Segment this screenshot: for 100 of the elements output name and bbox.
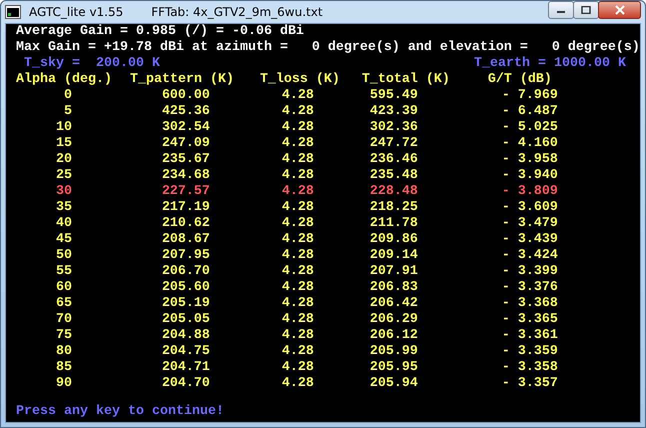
table-cell-text: 15	[54, 136, 72, 152]
table-cell-text: - 6.487	[500, 104, 558, 120]
table-cell-text: - 3.376	[500, 280, 558, 296]
table-cell-text: 60	[54, 280, 72, 296]
column-header: Alpha (deg.)	[16, 72, 113, 88]
table-cell-text: 25	[54, 168, 72, 184]
table-cell-text: - 3.439	[500, 232, 558, 248]
table-cell-text: 595.49	[368, 88, 418, 104]
table-cell-text: 205.05	[160, 312, 210, 328]
maximize-icon	[581, 6, 591, 14]
table-cell-text: - 3.357	[500, 376, 558, 392]
table-cell-text: 4.28	[280, 216, 314, 232]
table-cell-text: - 3.359	[500, 344, 558, 360]
table-cell-text: 4.28	[280, 200, 314, 216]
console-app-icon	[5, 5, 21, 19]
table-cell-text: 206.42	[368, 296, 418, 312]
table-cell-text: 0	[62, 88, 72, 104]
table-cell-text: 235.48	[368, 168, 418, 184]
maximize-button[interactable]	[573, 1, 599, 19]
table-cell-text: 205.19	[160, 296, 210, 312]
table-cell-text: 234.68	[160, 168, 210, 184]
table-cell-text: 205.94	[368, 376, 418, 392]
table-cell-text: 4.28	[280, 104, 314, 120]
summary-line: Average Gain = 0.985 (/) = -0.06 dBi	[16, 24, 305, 40]
table-cell-text: 205.95	[368, 360, 418, 376]
table-cell-text: 4.28	[280, 248, 314, 264]
table-cell-text: 45	[54, 232, 72, 248]
table-cell-text: 65	[54, 296, 72, 312]
column-header: G/T (dB)	[488, 72, 553, 88]
table-cell-text: 4.28	[280, 376, 314, 392]
table-cell-text: 208.67	[160, 232, 210, 248]
table-cell-text: 209.86	[368, 232, 418, 248]
table-cell-text: 4.28	[280, 264, 314, 280]
table-cell-text: 247.09	[160, 136, 210, 152]
table-cell-text: 85	[54, 360, 72, 376]
close-button[interactable]	[598, 1, 641, 19]
table-cell-text: - 3.399	[500, 264, 558, 280]
table-cell-text: 4.28	[280, 344, 314, 360]
table-cell-text: - 3.358	[500, 360, 558, 376]
table-cell-text: 5	[62, 104, 72, 120]
table-cell-text: 247.72	[368, 136, 418, 152]
minimize-button[interactable]	[548, 1, 574, 19]
table-cell-text: - 3.958	[500, 152, 558, 168]
table-cell-text: 425.36	[160, 104, 210, 120]
table-cell-text: 423.39	[368, 104, 418, 120]
table-cell-text: - 3.609	[500, 200, 558, 216]
table-cell-text: - 3.368	[500, 296, 558, 312]
earth-temperature: T_earth = 1000.00 K	[474, 56, 626, 72]
table-cell-text: 206.29	[368, 312, 418, 328]
table-cell-text: 70	[54, 312, 72, 328]
table-cell-text: 90	[54, 376, 72, 392]
table-cell-text: 204.75	[160, 344, 210, 360]
table-cell-text: 4.28	[280, 136, 314, 152]
table-cell-text: 235.67	[160, 152, 210, 168]
window-title: FFTab: 4x_GTV2_9m_6wu.txt	[151, 5, 323, 19]
table-cell-text: 228.48	[368, 184, 418, 200]
table-cell-text: 4.28	[280, 120, 314, 136]
table-cell-text: 302.54	[160, 120, 210, 136]
table-cell-text: 206.70	[160, 264, 210, 280]
table-cell-text: - 7.969	[500, 88, 558, 104]
table-cell-text: 204.70	[160, 376, 210, 392]
table-cell-text: 204.71	[160, 360, 210, 376]
table-cell-text: 40	[54, 216, 72, 232]
table-cell-text: 4.28	[280, 296, 314, 312]
table-cell-text: 217.19	[160, 200, 210, 216]
table-cell-text: 4.28	[280, 152, 314, 168]
table-cell-text: 205.99	[368, 344, 418, 360]
table-cell-text: 206.83	[368, 280, 418, 296]
table-cell-text: 207.95	[160, 248, 210, 264]
table-cell-text: - 3.361	[500, 328, 558, 344]
table-cell-text: - 5.025	[500, 120, 558, 136]
table-cell-text: 600.00	[160, 88, 210, 104]
table-cell-text: 4.28	[280, 328, 314, 344]
table-cell-text: 10	[54, 120, 72, 136]
table-cell-text: 302.36	[368, 120, 418, 136]
column-header: T_total (K)	[362, 72, 451, 88]
table-cell-text: 204.88	[160, 328, 210, 344]
table-cell-text: 236.46	[368, 152, 418, 168]
table-cell-text: 227.57	[160, 184, 210, 200]
table-cell-text: - 3.940	[500, 168, 558, 184]
table-cell-text: 20	[54, 152, 72, 168]
table-cell-text: 80	[54, 344, 72, 360]
table-cell-text: 55	[54, 264, 72, 280]
table-cell-text: - 3.365	[500, 312, 558, 328]
summary-line: Max Gain = +19.78 dBi at azimuth = 0 degree(s) and elevation = 0 degree(s)	[16, 40, 640, 56]
table-cell-text: 4.28	[280, 168, 314, 184]
table-cell-text: 209.14	[368, 248, 418, 264]
table-cell-text: 50	[54, 248, 72, 264]
table-cell-text: - 3.424	[500, 248, 558, 264]
table-cell-text: 35	[54, 200, 72, 216]
close-icon	[614, 5, 626, 15]
table-cell-text: 207.91	[368, 264, 418, 280]
table-cell-text: 218.25	[368, 200, 418, 216]
table-cell-text: 4.28	[280, 232, 314, 248]
column-header: T_pattern (K)	[130, 72, 235, 88]
table-cell-text: - 3.479	[500, 216, 558, 232]
table-cell-text: 30	[54, 184, 72, 200]
table-cell-text: 206.12	[368, 328, 418, 344]
table-cell-text: 205.60	[160, 280, 210, 296]
table-cell-text: 4.28	[280, 184, 314, 200]
